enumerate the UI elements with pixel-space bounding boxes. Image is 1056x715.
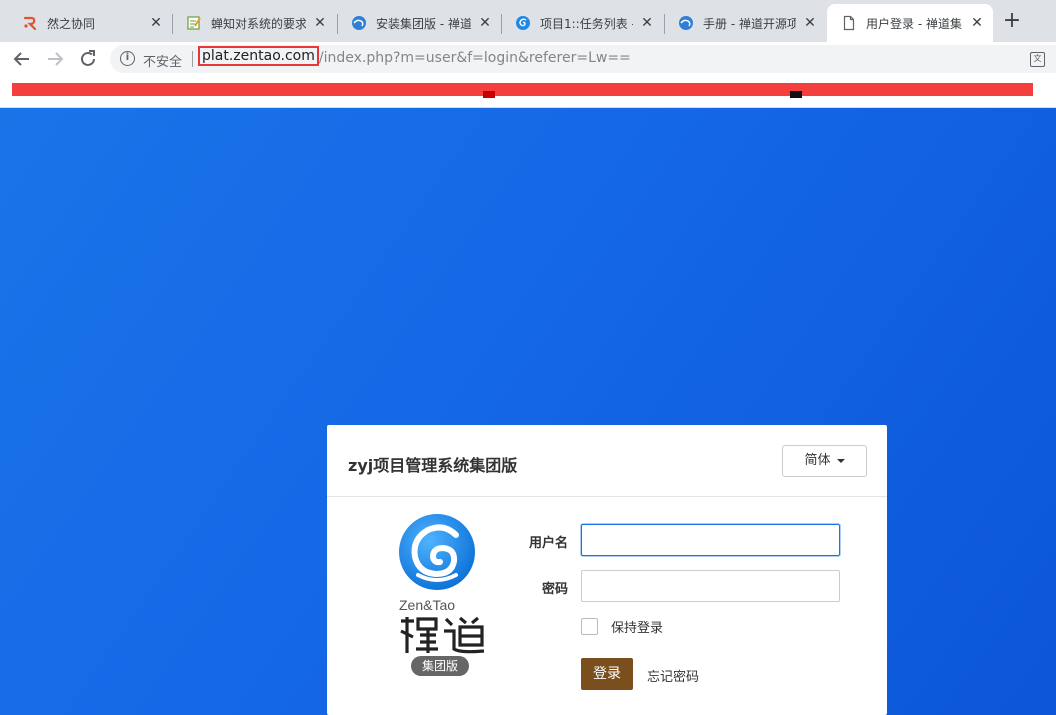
tab-title: 项目1::任务列表 - xyxy=(540,16,633,31)
redaction-mark xyxy=(483,91,495,98)
tab-title: 手册 - 禅道开源项 xyxy=(703,16,796,31)
close-icon[interactable]: ✕ xyxy=(312,15,328,31)
zentao-swirl-icon xyxy=(515,15,531,31)
password-label: 密码 xyxy=(541,582,568,597)
zentao-logo: Zen&Tao 集团版 xyxy=(395,513,495,693)
username-input[interactable] xyxy=(581,524,840,556)
forward-arrow-icon[interactable] xyxy=(43,47,67,71)
tab-title: 蝉知对系统的要求 xyxy=(211,16,306,31)
close-icon[interactable]: ✕ xyxy=(148,15,164,31)
logo-text: Zen&Tao xyxy=(399,597,456,613)
edition-badge: 集团版 xyxy=(411,656,469,676)
page-title: zyj项目管理系统集团版 xyxy=(348,456,518,475)
tab-chanzhi[interactable]: 蝉知对系统的要求 ✕ xyxy=(172,6,336,40)
login-panel: zyj项目管理系统集团版 简体 Zen&Tao 集团版 用户名 密码 保持登录 … xyxy=(327,425,887,715)
caret-down-icon xyxy=(836,458,845,463)
password-input[interactable] xyxy=(581,570,840,602)
language-dropdown[interactable]: 简体 xyxy=(782,445,867,477)
forgot-password-link[interactable]: 忘记密码 xyxy=(647,666,699,685)
close-icon[interactable]: ✕ xyxy=(802,15,818,31)
ranzhi-icon xyxy=(22,15,38,31)
zentao-globe-icon xyxy=(678,15,694,31)
url-text[interactable]: plat.zentao.com/index.php?m=user&f=login… xyxy=(198,46,631,66)
keep-login-option[interactable]: 保持登录 xyxy=(581,617,664,636)
username-label: 用户名 xyxy=(528,536,568,551)
redaction-mark xyxy=(790,91,802,98)
tab-title: 用户登录 - 禅道集 xyxy=(866,16,962,31)
reload-icon[interactable] xyxy=(76,47,100,71)
language-label: 简体 xyxy=(804,453,831,468)
url-domain: plat.zentao.com xyxy=(198,46,319,66)
close-icon[interactable]: ✕ xyxy=(477,15,493,31)
tab-ranzhi[interactable]: 然之协同 ✕ xyxy=(8,6,172,40)
panel-header: zyj项目管理系统集团版 简体 xyxy=(327,425,887,497)
translate-icon[interactable]: 文 xyxy=(1030,52,1045,67)
address-bar[interactable]: i 不安全 plat.zentao.com/index.php?m=user&f… xyxy=(110,45,1056,73)
chan-dao-calligraphy-icon xyxy=(400,616,485,654)
tab-strip: 然之协同 ✕ 蝉知对系统的要求 ✕ 安装集团版 - 禅道 ✕ 项目1::任务列表… xyxy=(0,0,1056,42)
close-icon[interactable]: ✕ xyxy=(639,15,655,31)
back-arrow-icon[interactable] xyxy=(10,47,34,71)
tab-login[interactable]: 用户登录 - 禅道集 ✕ xyxy=(827,4,993,42)
tab-install-group[interactable]: 安装集团版 - 禅道 ✕ xyxy=(337,6,501,40)
keep-login-label: 保持登录 xyxy=(611,620,664,636)
login-button[interactable]: 登录 xyxy=(581,658,633,690)
security-label: 不安全 xyxy=(143,55,183,70)
info-icon[interactable]: i xyxy=(120,51,135,66)
address-divider xyxy=(192,51,193,67)
tab-manual[interactable]: 手册 - 禅道开源项 ✕ xyxy=(664,6,826,40)
page-icon xyxy=(841,15,857,31)
tab-title: 安装集团版 - 禅道 xyxy=(376,16,471,31)
new-tab-button[interactable]: + xyxy=(1000,10,1024,34)
redaction-bar xyxy=(12,83,1033,96)
keep-login-checkbox[interactable] xyxy=(581,617,598,635)
tab-title: 然之协同 xyxy=(47,16,96,31)
bookmarks-bar xyxy=(0,76,1056,108)
notepad-icon xyxy=(186,15,202,31)
zentao-swirl-logo-icon xyxy=(399,514,475,590)
zentao-globe-icon xyxy=(351,15,367,31)
login-page: zyj项目管理系统集团版 简体 Zen&Tao 集团版 用户名 密码 保持登录 … xyxy=(0,108,1056,715)
close-icon[interactable]: ✕ xyxy=(969,15,985,31)
tab-task-list[interactable]: 项目1::任务列表 - ✕ xyxy=(501,6,663,40)
browser-toolbar: i 不安全 plat.zentao.com/index.php?m=user&f… xyxy=(0,42,1056,76)
url-path: /index.php?m=user&f=login&referer=Lw== xyxy=(318,50,631,66)
